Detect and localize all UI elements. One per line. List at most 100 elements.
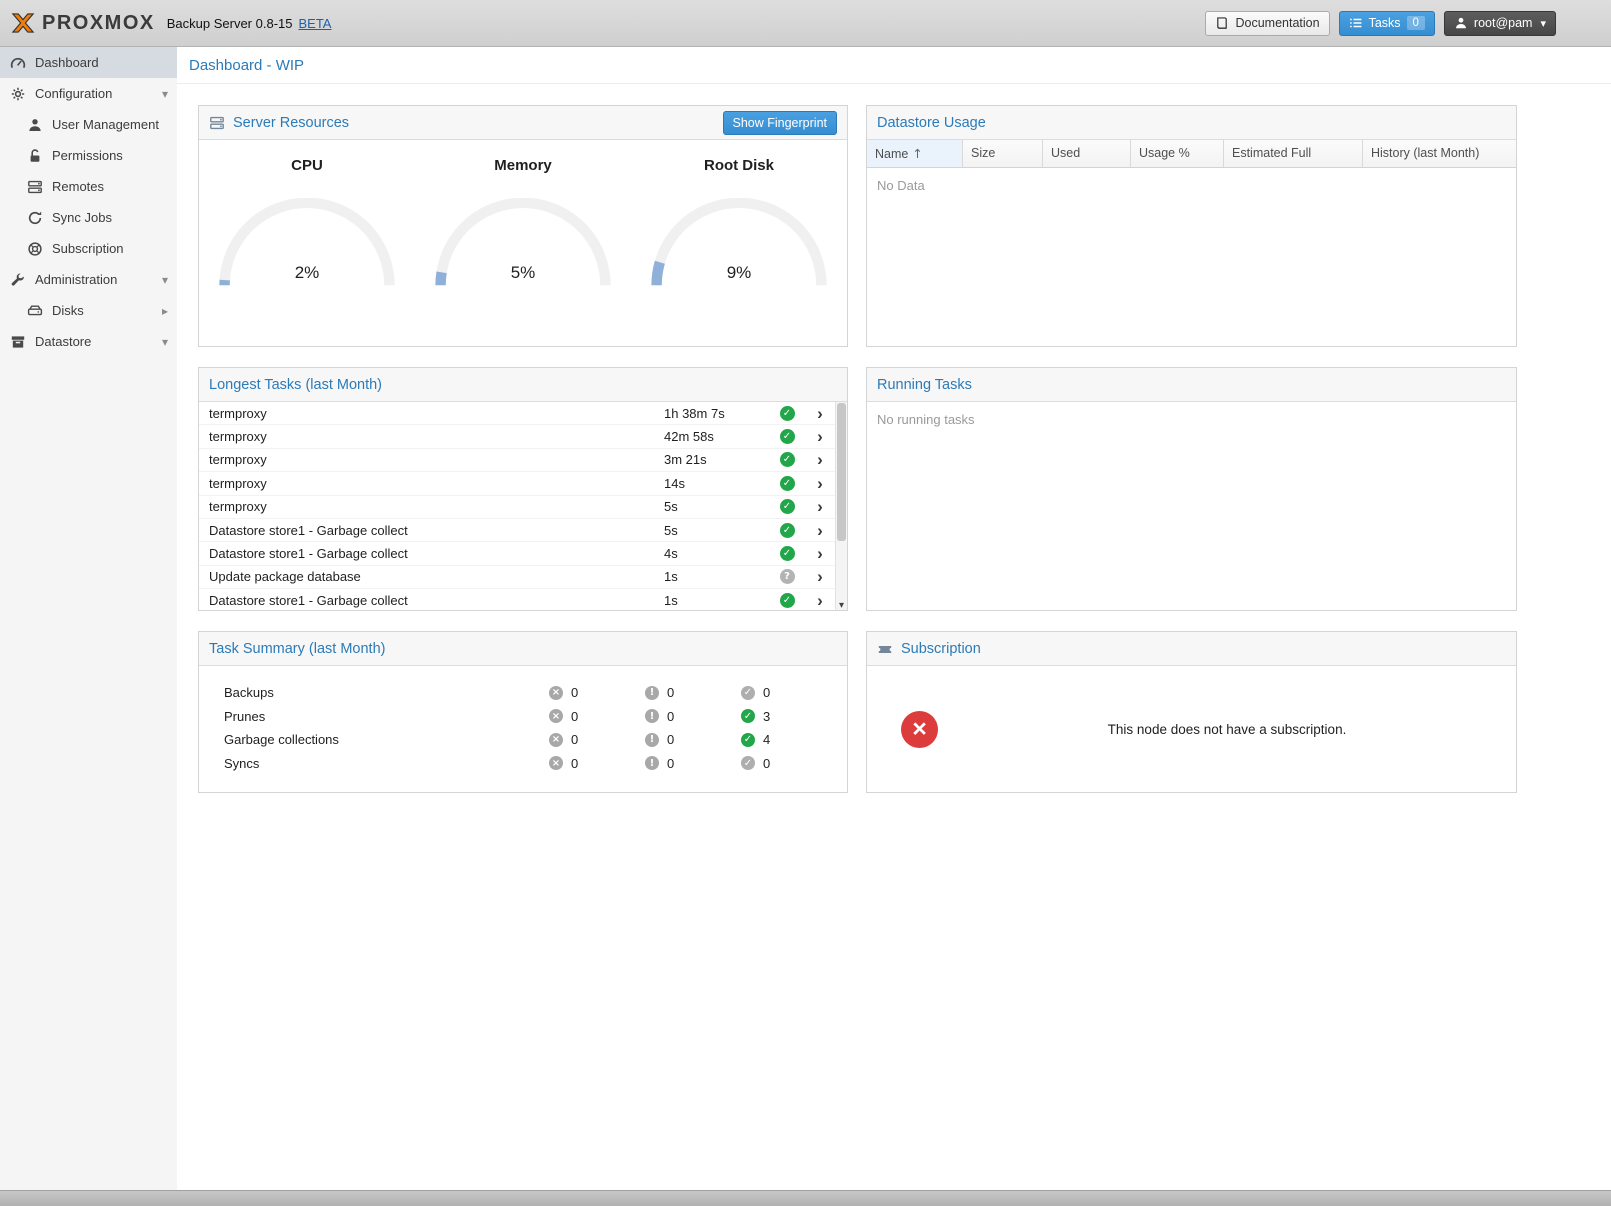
documentation-button[interactable]: Documentation [1205, 11, 1329, 36]
task-row[interactable]: termproxy5s✓› [199, 496, 835, 519]
column-header-history-last-month[interactable]: History (last Month) [1363, 140, 1516, 167]
task-name: Datastore store1 - Garbage collect [209, 593, 664, 608]
task-details-chevron-icon[interactable]: › [805, 568, 835, 585]
sort-ascending-icon: ↑ [912, 146, 922, 161]
task-name: termproxy [209, 429, 664, 444]
user-icon [1454, 16, 1468, 30]
gauges: CPU2%Memory5%Root Disk9% [199, 140, 847, 291]
server-resources-title: Server Resources [233, 115, 349, 131]
sidebar-item-permissions[interactable]: Permissions [0, 140, 177, 171]
task-details-chevron-icon[interactable]: › [805, 451, 835, 468]
longest-tasks-list: termproxy1h 38m 7s✓›termproxy42m 58s✓›te… [199, 402, 835, 611]
task-name: Datastore store1 - Garbage collect [209, 546, 664, 561]
task-details-chevron-icon[interactable]: › [805, 428, 835, 445]
task-details-chevron-icon[interactable]: › [805, 498, 835, 515]
longest-tasks-body: termproxy1h 38m 7s✓›termproxy42m 58s✓›te… [199, 402, 847, 611]
column-header-estimated-full[interactable]: Estimated Full [1224, 140, 1363, 167]
page-title: Dashboard - WIP [177, 47, 1611, 84]
ok-circle-icon: ✓ [741, 709, 755, 723]
ok-count-group: ✓4 [741, 732, 837, 747]
scroll-down-button[interactable]: ▾ [836, 600, 847, 611]
gauge-label: CPU [217, 157, 397, 174]
task-row[interactable]: Update package database1s?› [199, 566, 835, 589]
user-menu-button[interactable]: root@pam ▾ [1444, 11, 1556, 36]
book-icon [1215, 16, 1229, 30]
caret-right-icon[interactable]: ▸ [162, 304, 168, 318]
error-count: 0 [571, 685, 578, 700]
task-duration: 14s [664, 476, 769, 491]
ok-circle-icon: ✓ [741, 733, 755, 747]
task-summary-row[interactable]: Garbage collections×0!0✓4 [224, 728, 837, 752]
caret-down-icon[interactable]: ▾ [162, 335, 168, 349]
sidebar-item-disks[interactable]: Disks ▸ [0, 295, 177, 326]
gauge-value: 5% [433, 263, 613, 283]
header-bar: PROXMOX Backup Server 0.8-15 BETA Docume… [0, 0, 1611, 47]
status-ok-icon: ✓ [780, 546, 795, 561]
sidebar-item-subscription[interactable]: Subscription [0, 233, 177, 264]
task-duration: 1s [664, 593, 769, 608]
task-details-chevron-icon[interactable]: › [805, 522, 835, 539]
datastore-usage-header: Datastore Usage [867, 106, 1516, 140]
sidebar-item-dashboard[interactable]: Dashboard [0, 47, 177, 78]
caret-down-icon[interactable]: ▾ [162, 273, 168, 287]
task-row[interactable]: termproxy3m 21s✓› [199, 449, 835, 472]
column-header-name[interactable]: Name↑ [867, 140, 963, 167]
bottom-bar [0, 1190, 1611, 1206]
sidebar-item-label: Permissions [52, 148, 123, 163]
wrench-icon [10, 272, 26, 288]
task-duration: 4s [664, 546, 769, 561]
gauge-value: 9% [649, 263, 829, 283]
no-subscription-icon: × [901, 711, 938, 748]
column-header-usage[interactable]: Usage % [1131, 140, 1224, 167]
status-unknown-icon: ? [780, 569, 795, 584]
task-summary-label: Syncs [224, 756, 549, 771]
task-details-chevron-icon[interactable]: › [805, 475, 835, 492]
gauge-label: Root Disk [649, 157, 829, 174]
status-ok-icon: ✓ [780, 406, 795, 421]
task-details-chevron-icon[interactable]: › [805, 405, 835, 422]
gauge-label: Memory [433, 157, 613, 174]
scrollbar[interactable]: ▾ [835, 402, 847, 611]
task-summary-row[interactable]: Prunes×0!0✓3 [224, 705, 837, 729]
task-row[interactable]: termproxy42m 58s✓› [199, 425, 835, 448]
sidebar-item-datastore[interactable]: Datastore▾ [0, 326, 177, 357]
task-row[interactable]: Datastore store1 - Garbage collect1s✓› [199, 589, 835, 611]
task-summary-row[interactable]: Backups×0!0✓0 [224, 681, 837, 705]
warning-circle-icon: ! [645, 709, 659, 723]
task-row[interactable]: termproxy14s✓› [199, 472, 835, 495]
task-details-chevron-icon[interactable]: › [805, 592, 835, 609]
task-row[interactable]: termproxy1h 38m 7s✓› [199, 402, 835, 425]
sidebar-item-configuration[interactable]: Configuration▾ [0, 78, 177, 109]
column-header-size[interactable]: Size [963, 140, 1043, 167]
caret-down-icon[interactable]: ▾ [162, 87, 168, 101]
task-summary-row[interactable]: Syncs×0!0✓0 [224, 752, 837, 776]
error-count-group: ×0 [549, 756, 645, 771]
task-details-chevron-icon[interactable]: › [805, 545, 835, 562]
sidebar-item-user-management[interactable]: User Management [0, 109, 177, 140]
task-duration: 5s [664, 499, 769, 514]
running-tasks-empty: No running tasks [867, 402, 1516, 437]
sidebar-item-label: User Management [52, 117, 159, 132]
product-title: Backup Server 0.8-15 [167, 16, 293, 31]
scrollbar-thumb[interactable] [837, 403, 846, 541]
sidebar-item-sync-jobs[interactable]: Sync Jobs [0, 202, 177, 233]
sidebar-item-remotes[interactable]: Remotes [0, 171, 177, 202]
support-icon [27, 241, 43, 257]
warning-count: 0 [667, 756, 674, 771]
task-summary-panel: Task Summary (last Month) Backups×0!0✓0P… [198, 631, 848, 793]
proxmox-logo-icon [10, 10, 36, 36]
task-row[interactable]: Datastore store1 - Garbage collect4s ✓ › [199, 542, 835, 565]
column-header-used[interactable]: Used [1043, 140, 1131, 167]
tasks-button[interactable]: Tasks 0 [1339, 11, 1435, 36]
datastore-usage-title: Datastore Usage [877, 115, 986, 131]
show-fingerprint-button[interactable]: Show Fingerprint [723, 111, 838, 135]
brand-wordmark: PROXMOX [42, 12, 155, 35]
sidebar-item-administration[interactable]: Administration▾ [0, 264, 177, 295]
task-name: Update package database [209, 569, 664, 584]
sidebar-item-label: Disks [52, 303, 84, 318]
caret-down-icon: ▾ [1540, 17, 1546, 30]
beta-link[interactable]: BETA [298, 16, 331, 31]
error-circle-icon: × [549, 709, 563, 723]
task-duration: 42m 58s [664, 429, 769, 444]
task-row[interactable]: Datastore store1 - Garbage collect5s✓› [199, 519, 835, 542]
